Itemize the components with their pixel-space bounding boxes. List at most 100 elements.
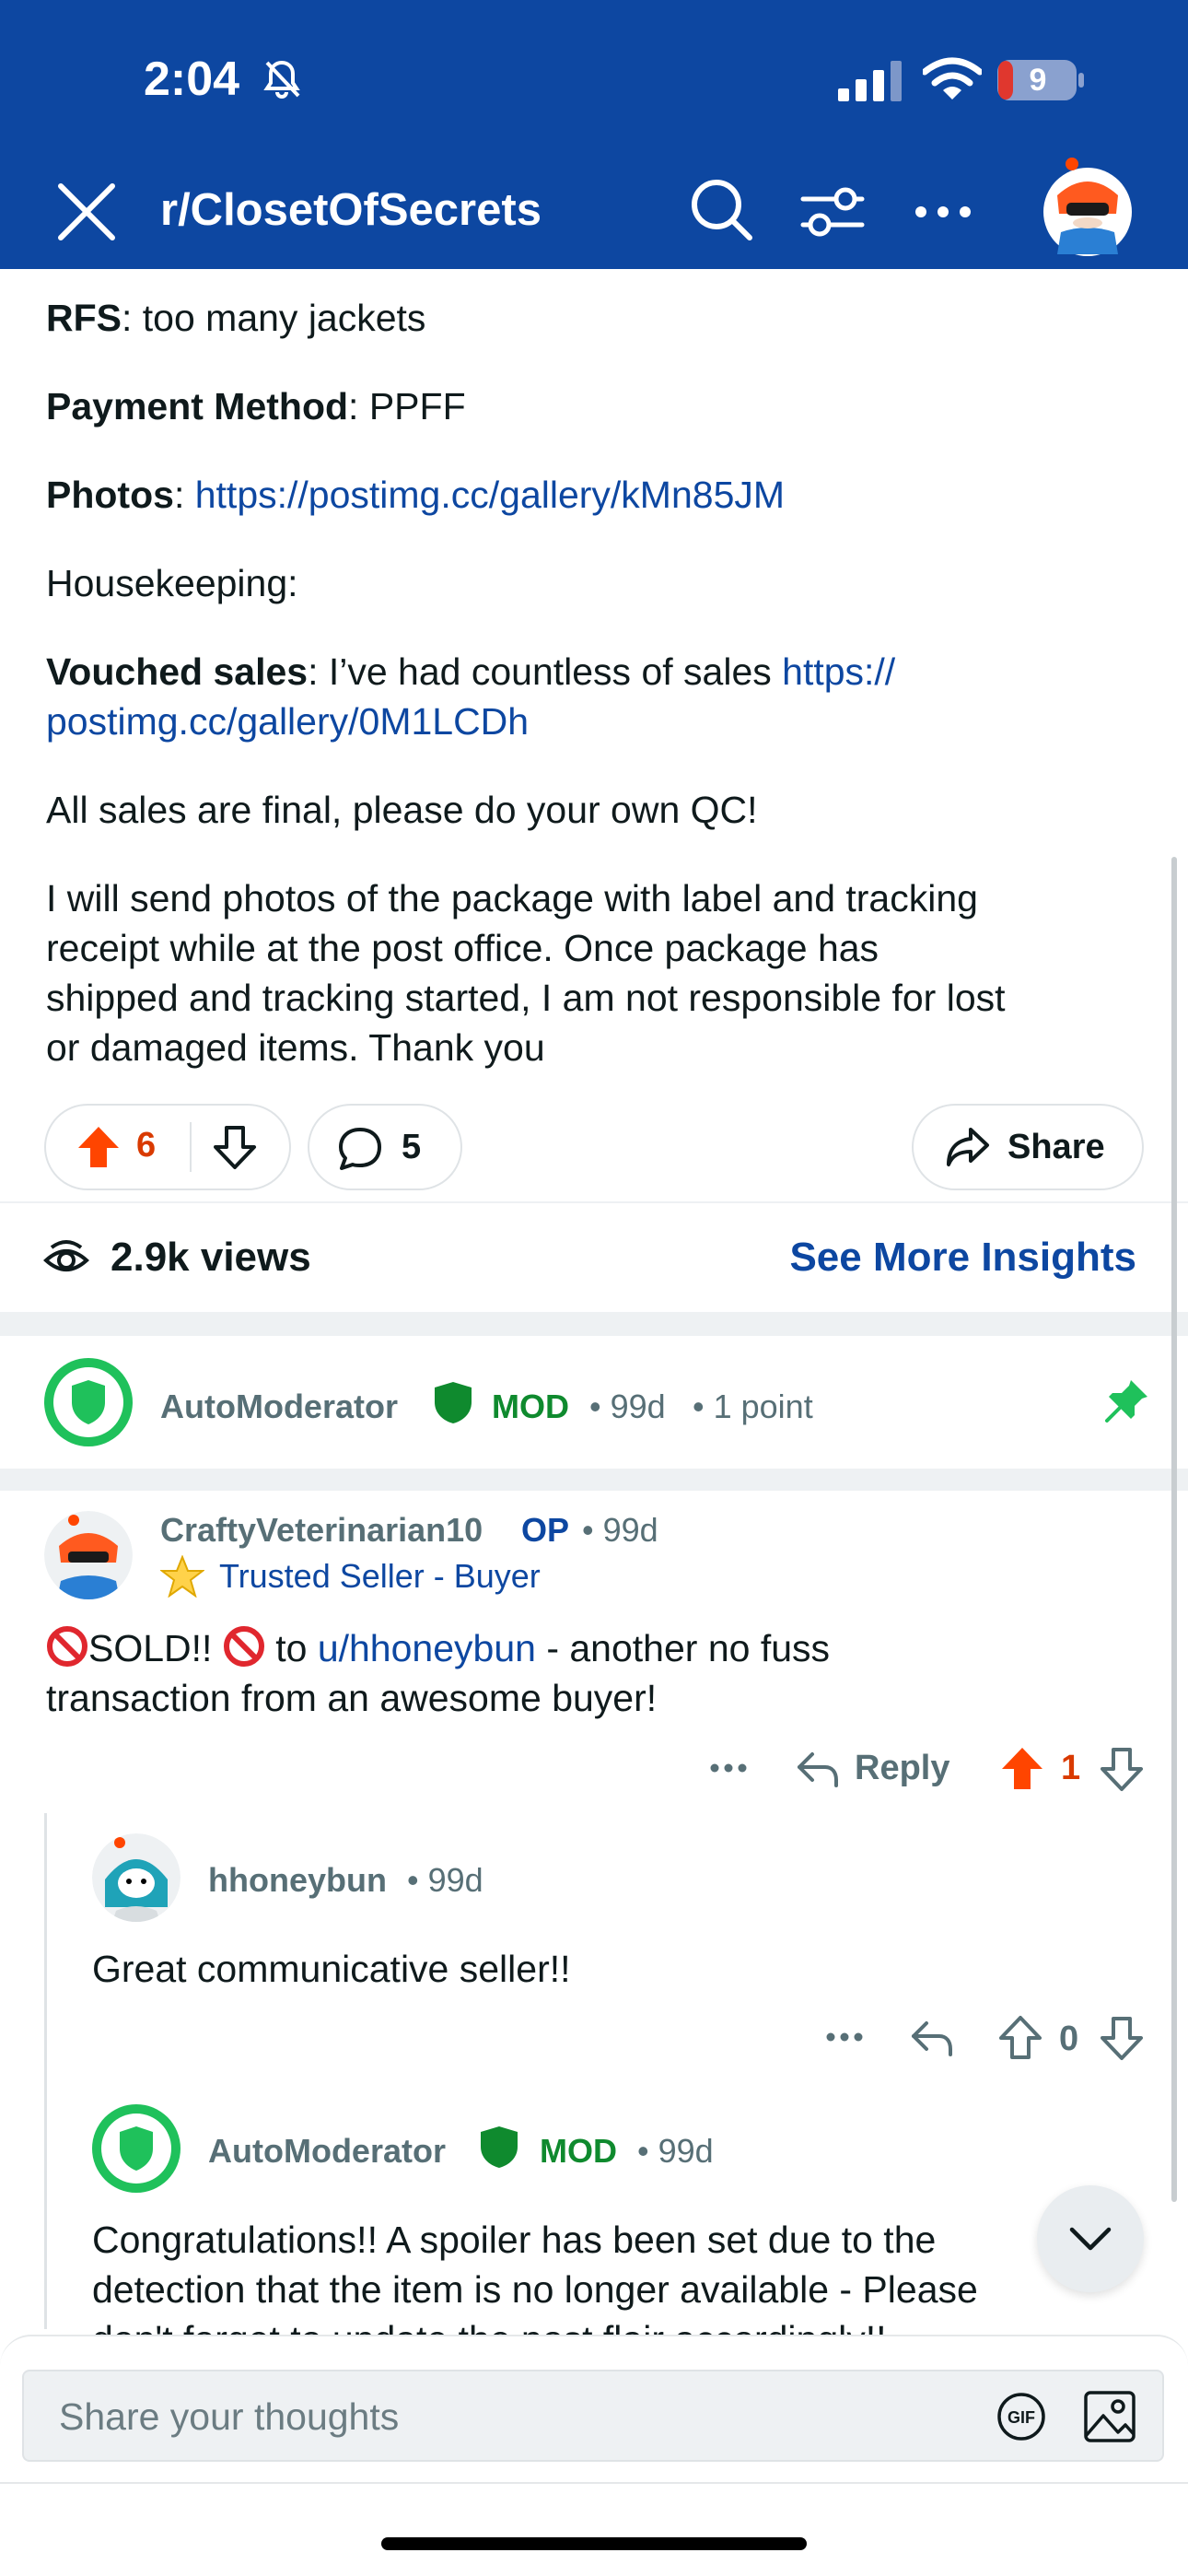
reply-icon[interactable] xyxy=(794,1745,842,1793)
downvote-icon[interactable] xyxy=(1098,2014,1146,2062)
post-line-rfs: RFS: too many jackets xyxy=(46,293,1151,343)
comment-input-placeholder: Share your thoughts xyxy=(59,2395,400,2438)
cell-signal-icon xyxy=(838,61,902,101)
star-icon xyxy=(160,1555,204,1598)
to-text: to xyxy=(264,1627,318,1669)
home-indicator[interactable] xyxy=(381,2537,807,2550)
mod-badge: MOD xyxy=(492,1388,569,1425)
comments-button[interactable] xyxy=(308,1104,462,1190)
pin-icon xyxy=(1105,1380,1147,1423)
reply-icon[interactable] xyxy=(908,2014,956,2062)
comment-score: 1 xyxy=(1061,1749,1081,1787)
post-line-final-sales: All sales are final, please do your own … xyxy=(46,789,758,831)
vouched-link-part-2[interactable]: postimg.cc/gallery/0M1LCDh xyxy=(46,700,529,743)
subreddit-title[interactable]: r/ClosetOfSecrets xyxy=(160,184,542,236)
post-line-shipping-4: or damaged items. Thank you xyxy=(46,1026,545,1069)
wifi-icon xyxy=(923,57,982,100)
comment-icon xyxy=(339,1128,381,1170)
vouched-value: : I’ve had countless of sales xyxy=(308,650,783,693)
upvote-icon[interactable] xyxy=(998,1745,1046,1793)
vouched-link-part-1[interactable]: https:// xyxy=(782,650,895,693)
more-options-icon[interactable] xyxy=(906,175,980,249)
reply-score: 0 xyxy=(1059,2020,1079,2058)
divider xyxy=(0,1201,1188,1203)
bell-muted-icon xyxy=(263,60,300,99)
op-avatar-image xyxy=(44,1511,133,1599)
section-separator xyxy=(0,1312,1188,1336)
hhoneybun-avatar[interactable] xyxy=(92,1833,181,1922)
post-line-shipping-3: shipped and tracking started, I am not r… xyxy=(46,977,1006,1019)
prohibited-icon xyxy=(47,1626,87,1667)
payment-label: Payment Method xyxy=(46,385,349,427)
hhoneybun-avatar-image xyxy=(92,1833,181,1922)
status-time: 2:04 xyxy=(144,53,240,106)
vote-divider xyxy=(190,1122,192,1172)
sold-text: SOLD!! xyxy=(88,1627,223,1669)
photos-sep: : xyxy=(173,474,195,516)
automoderator-avatar[interactable] xyxy=(44,1358,133,1446)
more-options-icon[interactable] xyxy=(821,2014,868,2060)
see-more-insights-link[interactable]: See More Insights xyxy=(789,1235,1136,1281)
scrollbar[interactable] xyxy=(1171,857,1177,2202)
section-separator-2 xyxy=(0,1469,1188,1491)
search-icon[interactable] xyxy=(685,173,759,247)
mod-shield-icon xyxy=(435,1382,472,1423)
op-badge: OP xyxy=(521,1511,570,1549)
post-line-vouched: Vouched sales: I’ve had countless of sal… xyxy=(46,647,1151,697)
photos-link[interactable]: https://postimg.cc/gallery/kMn85JM xyxy=(195,474,785,516)
shield-icon xyxy=(53,1367,123,1437)
downvote-icon[interactable] xyxy=(212,1124,258,1170)
hhoneybun-author[interactable]: hhoneybun xyxy=(208,1861,387,1900)
upvote-icon[interactable] xyxy=(76,1124,122,1170)
post-line-photos: Photos: https://postimg.cc/gallery/kMn85… xyxy=(46,470,1151,520)
thread-line[interactable] xyxy=(44,1813,47,2329)
user-flair: Trusted Seller - Buyer xyxy=(219,1557,541,1595)
automod-author[interactable]: AutoModerator xyxy=(160,1388,398,1426)
downvote-icon[interactable] xyxy=(1098,1745,1146,1793)
photos-label: Photos xyxy=(46,474,174,516)
shield-icon xyxy=(101,2113,171,2184)
more-options-icon[interactable] xyxy=(705,1745,751,1791)
mod-shield-icon xyxy=(481,2126,518,2168)
filter-icon[interactable] xyxy=(796,175,869,249)
image-icon[interactable] xyxy=(1083,2390,1136,2443)
op-age: • 99d xyxy=(582,1511,658,1549)
rfs-label: RFS xyxy=(46,297,122,339)
views-count: 2.9k views xyxy=(111,1235,311,1280)
post-line-shipping-2: receipt while at the post office. Once p… xyxy=(46,927,879,969)
op-avatar[interactable] xyxy=(44,1511,133,1599)
automod-points: • 1 point xyxy=(693,1388,813,1425)
automod-age: • 99d xyxy=(589,1388,666,1425)
automod-reply-age: • 99d xyxy=(637,2132,714,2170)
op-author[interactable]: CraftyVeterinarian10 xyxy=(160,1511,483,1550)
share-icon xyxy=(947,1128,989,1166)
upvote-icon[interactable] xyxy=(996,2014,1044,2062)
close-button[interactable] xyxy=(52,177,122,247)
battery-level: 9 xyxy=(1029,63,1047,98)
hhoneybun-comment-text: Great communicative seller!! xyxy=(92,1948,571,1990)
post-vote-count: 6 xyxy=(136,1126,157,1165)
post-line-payment: Payment Method: PPFF xyxy=(46,381,1151,431)
user-avatar[interactable] xyxy=(1039,155,1136,258)
op-comment-text-line-2: transaction from an awesome buyer! xyxy=(46,1677,658,1719)
comment-rest-1: - another no fuss xyxy=(535,1627,831,1669)
automod-reply-text-line-2: detection that the item is no longer ava… xyxy=(92,2268,978,2311)
automoderator-reply-avatar[interactable] xyxy=(92,2104,181,2193)
user-mention-link[interactable]: u/hhoneybun xyxy=(318,1627,536,1669)
gif-icon[interactable]: GIF xyxy=(996,2392,1046,2441)
svg-text:GIF: GIF xyxy=(1007,2408,1035,2427)
automod-reply-text-line-1: Congratulations!! A spoiler has been set… xyxy=(92,2219,937,2261)
rfs-value: : too many jackets xyxy=(122,297,426,339)
automod-reply-author[interactable]: AutoModerator xyxy=(208,2132,446,2171)
views-icon xyxy=(43,1240,89,1271)
share-label: Share xyxy=(1007,1128,1105,1166)
op-comment-text-line-1: SOLD!! to u/hhoneybun - another no fuss xyxy=(46,1623,1151,1673)
post-line-vouched-2: postimg.cc/gallery/0M1LCDh xyxy=(46,697,1151,746)
hhoneybun-age: • 99d xyxy=(407,1861,483,1899)
composer-divider xyxy=(0,2482,1188,2484)
prohibited-icon xyxy=(223,1626,264,1667)
reply-button[interactable]: Reply xyxy=(855,1749,949,1788)
mod-badge: MOD xyxy=(540,2132,617,2170)
next-comment-button[interactable] xyxy=(1037,2185,1144,2292)
comment-count: 5 xyxy=(402,1128,422,1166)
